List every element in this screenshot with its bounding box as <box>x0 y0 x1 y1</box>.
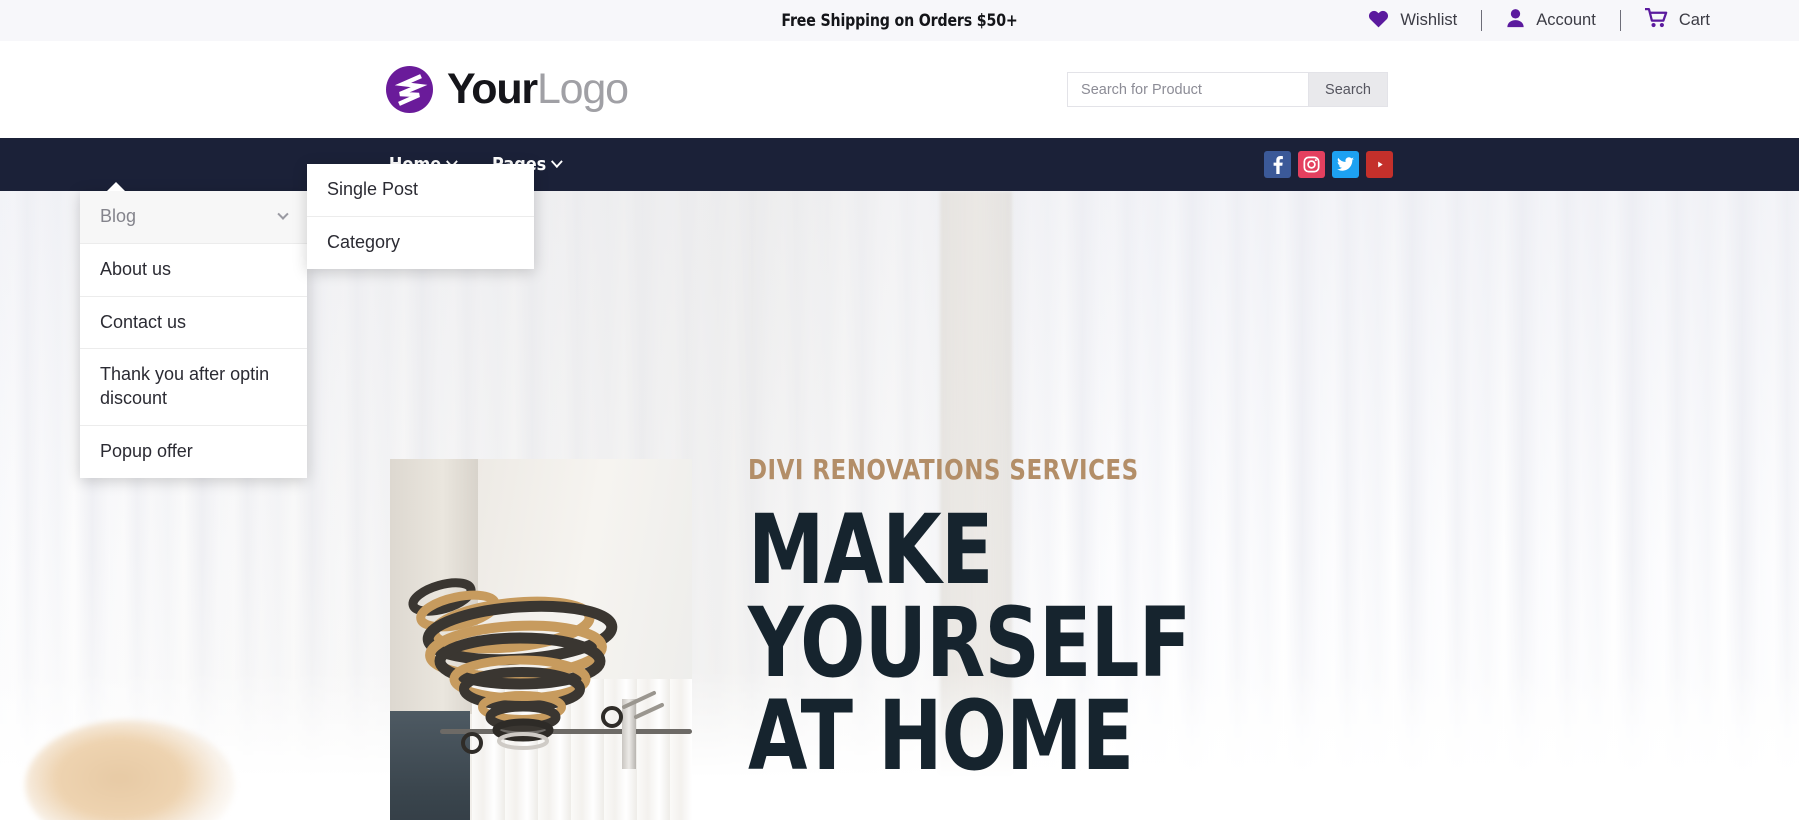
topbar-links: Wishlist Account Cart <box>1344 8 1734 33</box>
search-button[interactable]: Search <box>1308 72 1388 107</box>
logo-text: YourLogo <box>447 65 629 113</box>
wishlist-label: Wishlist <box>1400 11 1458 29</box>
twitter-icon[interactable] <box>1332 151 1359 178</box>
logo-mark-icon <box>386 66 433 113</box>
blog-submenu: Single Post Category <box>307 164 534 269</box>
pages-dropdown-menu: Blog Single Post Category About us Conta… <box>80 164 534 478</box>
hero-product-image <box>390 459 692 820</box>
hero-headline: MAKE YOURSELF AT HOME <box>748 494 1191 793</box>
youtube-icon[interactable] <box>1366 151 1393 178</box>
announcement-bar: Free Shipping on Orders $50+ Wishlist Ac… <box>0 0 1799 41</box>
dropdown-item-contact-us[interactable]: Contact us <box>80 297 307 350</box>
chevron-down-icon <box>550 155 563 169</box>
chandelier-icon <box>390 567 692 782</box>
hero-eyebrow: DIVI RENOVATIONS SERVICES <box>748 453 1139 486</box>
user-icon <box>1506 8 1525 33</box>
dropdown-item-popup-offer[interactable]: Popup offer <box>80 426 307 478</box>
submenu-item-single-post[interactable]: Single Post <box>307 164 534 217</box>
dropdown-item-blog-label: Blog <box>100 206 137 226</box>
submenu-item-category[interactable]: Category <box>307 217 534 269</box>
dropdown-item-blog[interactable]: Blog Single Post Category <box>80 164 534 269</box>
hero-copy: DIVI RENOVATIONS SERVICES MAKE YOURSELF … <box>748 453 1368 820</box>
wishlist-link[interactable]: Wishlist <box>1344 9 1481 33</box>
dropdown-item-thank-you[interactable]: Thank you after optin discount <box>80 349 307 426</box>
logo-text-secondary: Logo <box>536 65 629 113</box>
account-link[interactable]: Account <box>1482 8 1620 33</box>
logo-text-primary: Your <box>447 65 538 113</box>
cart-icon <box>1643 8 1668 33</box>
instagram-icon[interactable] <box>1298 151 1325 178</box>
chevron-down-icon <box>277 208 289 220</box>
dropdown-item-about-us[interactable]: About us <box>80 244 307 297</box>
account-label: Account <box>1536 11 1596 29</box>
social-links <box>1264 151 1393 178</box>
cart-label: Cart <box>1678 11 1710 29</box>
heart-icon <box>1368 9 1389 33</box>
main-navigation: Home Pages Blog Single Post Category <box>0 138 1799 478</box>
product-search: Search <box>1067 72 1388 107</box>
facebook-icon[interactable] <box>1264 151 1291 178</box>
site-logo[interactable]: YourLogo <box>386 65 629 113</box>
header-bar: YourLogo Search <box>0 41 1799 138</box>
search-input[interactable] <box>1067 72 1309 107</box>
cart-link[interactable]: Cart <box>1621 8 1734 33</box>
